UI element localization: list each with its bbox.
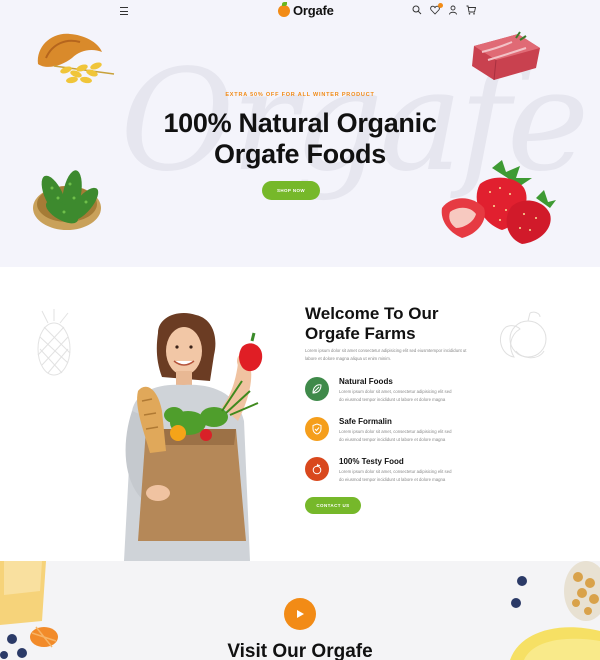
shield-icon — [305, 417, 329, 441]
header-icons — [412, 3, 476, 15]
strawberries-image — [441, 160, 556, 244]
visit-section: Visit Our Orgafe — [0, 561, 600, 660]
shop-now-button[interactable]: SHOP NOW — [262, 181, 320, 200]
about-title: Welcome To Our Orgafe Farms — [305, 304, 439, 344]
wishlist-icon[interactable] — [430, 3, 443, 15]
play-icon — [297, 610, 304, 618]
about-description: Lorem ipsum dolor sit amet consectetur a… — [305, 348, 467, 361]
search-icon[interactable] — [412, 5, 422, 15]
feature-text: Lorem ipsum dolor sit amet, consectetur … — [339, 389, 452, 402]
site-logo[interactable]: Orgafe — [278, 1, 334, 18]
feature-text: Lorem ipsum dolor sit amet, consectetur … — [339, 429, 452, 442]
woman-grocery-image — [124, 313, 263, 561]
wishlist-badge — [438, 3, 443, 8]
hero-title-line1: 100% Natural Organic — [163, 108, 437, 138]
feature-title: 100% Testy Food — [339, 457, 404, 466]
hero-promo-text: EXTRA 50% OFF FOR ALL WINTER PRODUCT — [225, 92, 375, 98]
feature-natural-foods: Natural Foods Lorem ipsum dolor sit amet… — [305, 377, 485, 407]
fruit-icon — [305, 457, 329, 481]
hero-section: Orgafe EXTRA 50% OFF FOR ALL WINTER PROD… — [0, 0, 600, 267]
feature-testy-food: 100% Testy Food Lorem ipsum dolor sit am… — [305, 457, 485, 487]
contact-us-button[interactable]: CONTACT US — [305, 497, 361, 514]
leaf-icon — [305, 377, 329, 401]
about-title-line2: Orgafe Farms — [305, 324, 416, 343]
feature-title: Safe Formalin — [339, 417, 392, 426]
logo-text: Orgafe — [293, 3, 334, 18]
site-header: Orgafe — [0, 0, 600, 24]
meat-image — [472, 31, 540, 81]
about-section: Welcome To Our Orgafe Farms Lorem ipsum … — [0, 267, 600, 561]
hero-title: 100% Natural Organic Orgafe Foods — [0, 108, 600, 170]
visit-title: Visit Our Orgafe — [227, 641, 373, 660]
user-icon[interactable] — [448, 5, 458, 15]
orange-logo-icon — [278, 1, 290, 17]
cart-icon[interactable] — [466, 5, 476, 15]
feature-text: Lorem ipsum dolor sit amet, consectetur … — [339, 469, 452, 482]
hero-title-line2: Orgafe Foods — [214, 139, 386, 169]
feature-title: Natural Foods — [339, 377, 393, 386]
croissant-wheat-image — [37, 33, 115, 84]
fruit-sketch-icon — [499, 311, 547, 359]
feature-safe-formalin: Safe Formalin Lorem ipsum dolor sit amet… — [305, 417, 485, 447]
hamburger-icon[interactable] — [120, 7, 128, 15]
play-video-button[interactable] — [284, 598, 316, 630]
about-title-line1: Welcome To Our — [305, 304, 439, 323]
pineapple-sketch-icon — [37, 309, 71, 376]
